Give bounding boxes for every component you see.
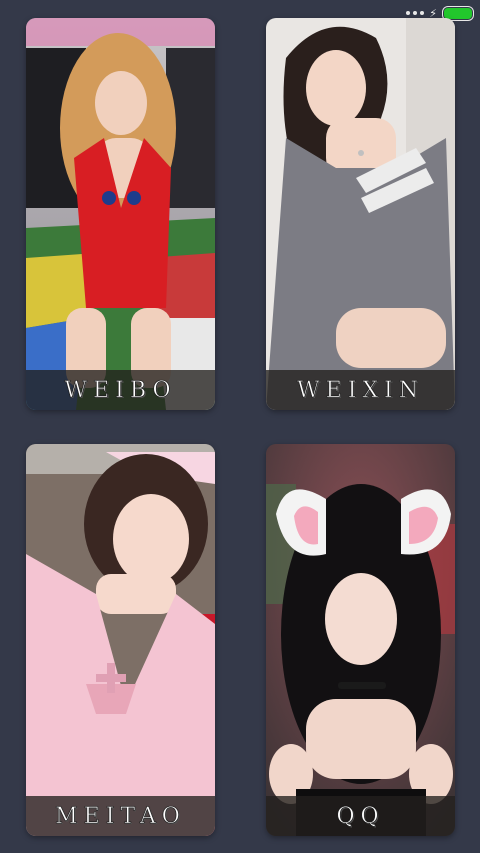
meitao-card[interactable]: MEITAO — [26, 444, 215, 836]
label-bar: QQ — [266, 796, 455, 836]
card-label: MEITAO — [55, 803, 186, 829]
photo-weibo — [26, 18, 215, 410]
weixin-card[interactable]: WEIXIN — [266, 18, 455, 410]
photo-meitao — [26, 444, 215, 836]
lightning-bolt-icon: ⚡ — [429, 6, 437, 20]
weibo-card[interactable]: WEIBO — [26, 18, 215, 410]
qq-card[interactable]: QQ — [266, 444, 455, 836]
card-label: QQ — [336, 803, 385, 829]
signal-dots-icon — [406, 11, 425, 15]
photo-weixin — [266, 18, 455, 410]
card-label: WEIXIN — [297, 377, 424, 403]
label-bar: MEITAO — [26, 796, 215, 836]
photo-qq — [266, 444, 455, 836]
card-label: WEIBO — [64, 377, 177, 403]
label-bar: WEIBO — [26, 370, 215, 410]
battery-level-fill — [444, 7, 472, 19]
label-bar: WEIXIN — [266, 370, 455, 410]
